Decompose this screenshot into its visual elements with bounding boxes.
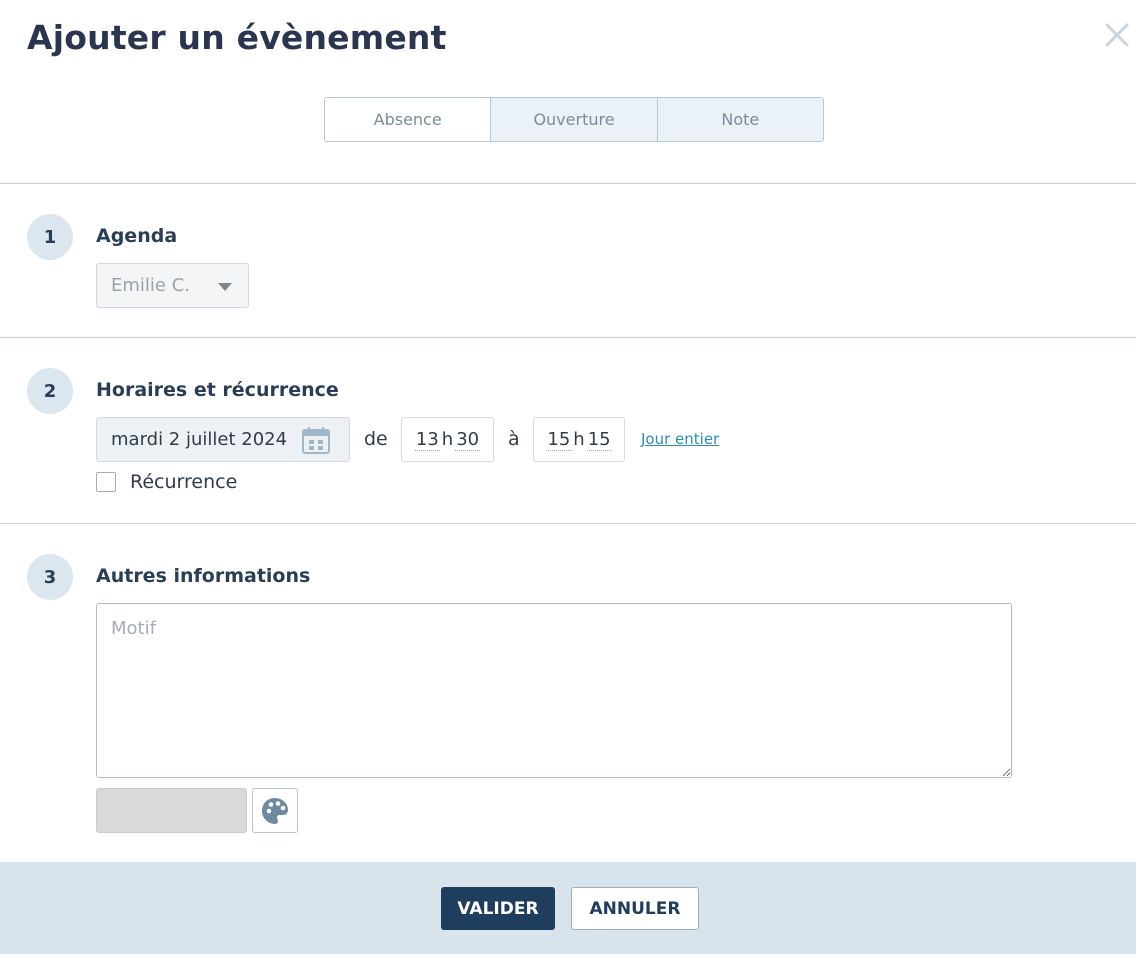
cancel-button[interactable]: ANNULER [571,887,699,930]
validate-button[interactable]: VALIDER [441,887,555,930]
start-time-field: 13 h 30 [401,417,494,462]
hour-separator: h [441,429,454,450]
dialog-title: Ajouter un évènement [27,18,447,57]
agenda-select[interactable]: Emilie C. [96,263,249,308]
tab-note[interactable]: Note [656,98,823,141]
section-title-schedule: Horaires et récurrence [96,379,339,401]
end-minute-input[interactable]: 15 [586,429,612,451]
recurrence-label[interactable]: Récurrence [130,471,237,493]
color-swatch[interactable] [96,788,247,833]
start-minute-input[interactable]: 30 [455,429,481,451]
start-hour-input[interactable]: 13 [414,429,440,451]
event-type-tabs: Absence Ouverture Note [324,97,824,142]
end-time-field: 15 h 15 [533,417,625,462]
divider [0,523,1136,524]
from-label: de [364,428,388,450]
tab-ouverture[interactable]: Ouverture [490,98,657,141]
hour-separator: h [573,429,585,450]
end-hour-input[interactable]: 15 [546,429,572,451]
date-picker[interactable]: mardi 2 juillet 2024 [96,417,350,462]
tab-absence[interactable]: Absence [325,98,491,141]
palette-icon [262,797,288,824]
section-title-agenda: Agenda [96,225,178,247]
date-value: mardi 2 juillet 2024 [111,429,288,450]
divider [0,337,1136,338]
all-day-link[interactable]: Jour entier [641,430,719,448]
close-icon [1105,23,1129,47]
motif-textarea[interactable] [96,603,1012,778]
section-title-other: Autres informations [96,565,311,587]
recurrence-checkbox[interactable] [96,472,116,492]
agenda-select-value: Emilie C. [111,275,190,296]
close-button[interactable] [1104,22,1130,48]
to-label: à [508,428,520,450]
step-badge-3: 3 [27,554,73,600]
step-badge-2: 2 [27,368,73,414]
caret-down-icon [218,283,232,291]
step-badge-1: 1 [27,214,73,260]
calendar-icon [302,427,330,454]
color-picker-button[interactable] [252,788,298,833]
dialog-footer [0,862,1136,954]
divider [0,183,1136,184]
